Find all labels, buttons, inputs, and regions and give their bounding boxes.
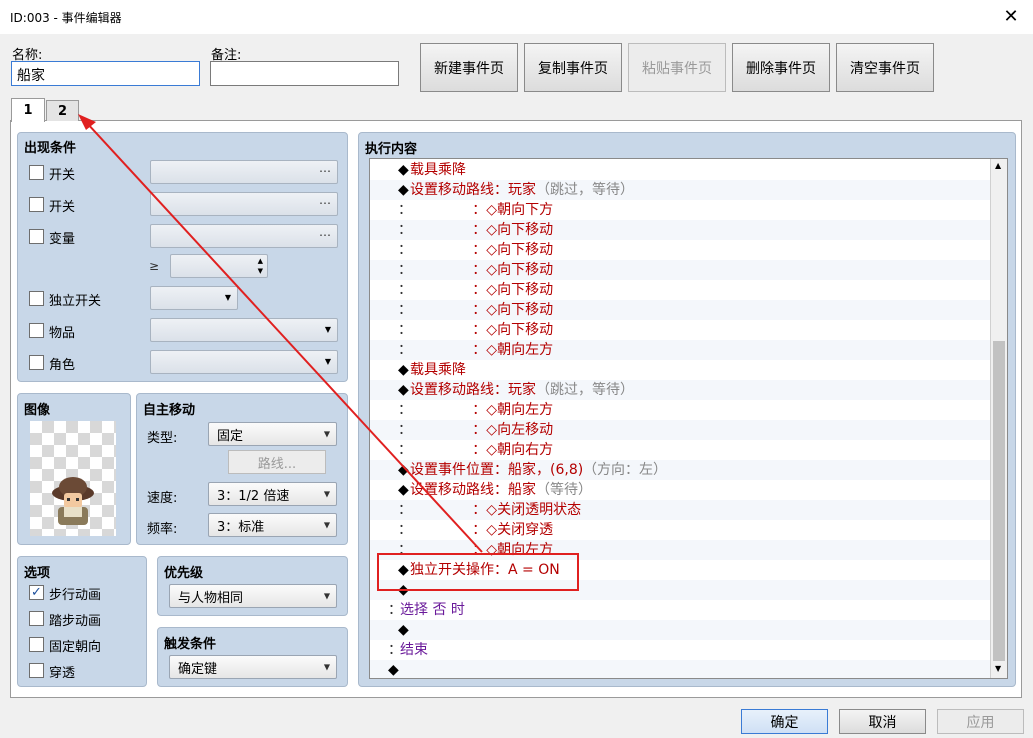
- annotation-arrow-line: [85, 121, 483, 553]
- annotation-highlight-box: [377, 553, 579, 591]
- annotation-arrowhead: [78, 114, 96, 130]
- annotation-overlay: [78, 114, 579, 591]
